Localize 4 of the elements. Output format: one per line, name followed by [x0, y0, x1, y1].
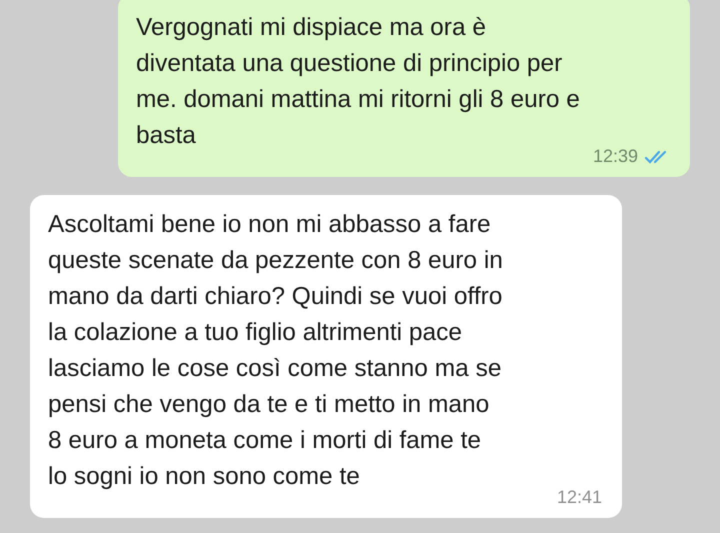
message-time: 12:41	[556, 487, 602, 508]
message-time: 12:39	[592, 146, 638, 167]
message-text: Ascoltami bene io non mi abbasso a fare queste scenate da pezzente con 8 euro in mano da darti chiaro? Quindi se vuoi offro la colazione a tuo figlio altrimenti pace lasciamo le cose così come stanno ma se pensi che vengo da te e ti metto in mano 8 euro a moneta come i morti di fame te lo sogni io non sono come te	[48, 210, 504, 492]
message-text: Vergognati mi dispiace ma ora è diventata una questione di principio per me. domani mattina mi ritorni gli 8 euro e basta	[136, 13, 581, 151]
